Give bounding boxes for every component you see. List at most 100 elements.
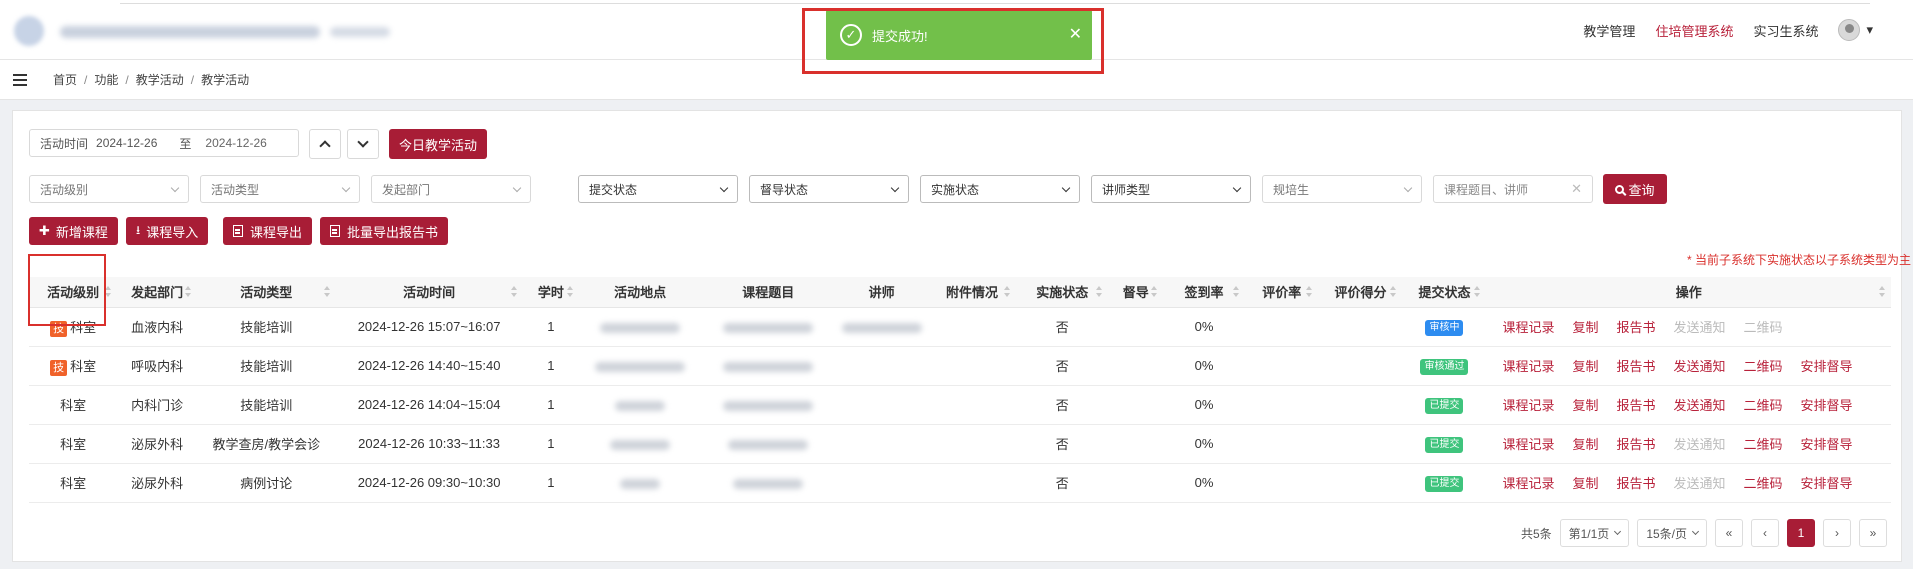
sort-icon[interactable]	[1390, 286, 1397, 297]
breadcrumb-function[interactable]: 功能	[94, 71, 118, 88]
op-5[interactable]: 安排督导	[1801, 437, 1853, 452]
op-1[interactable]: 复制	[1572, 476, 1598, 491]
breadcrumb-teaching-activity[interactable]: 教学活动	[136, 71, 184, 88]
current-page-button[interactable]: 1	[1787, 519, 1815, 547]
col-eval-score[interactable]: 评价得分	[1318, 277, 1403, 308]
topnav-residency[interactable]: 住培管理系统	[1655, 21, 1733, 40]
page-size-select[interactable]: 15条/页	[1637, 519, 1707, 547]
batch-export-report-button[interactable]: 批量导出报告书	[320, 217, 449, 245]
select-activity-type[interactable]: 活动类型	[200, 175, 360, 203]
op-2[interactable]: 报告书	[1617, 398, 1656, 413]
menu-toggle-icon[interactable]	[13, 71, 27, 89]
op-2[interactable]: 报告书	[1617, 476, 1656, 491]
op-0[interactable]: 课程记录	[1502, 437, 1554, 452]
export-course-button[interactable]: 课程导出	[223, 217, 313, 245]
topnav-intern[interactable]: 实习生系统	[1753, 21, 1818, 40]
col-activity-type[interactable]: 活动类型	[197, 277, 336, 308]
op-2[interactable]: 报告书	[1617, 359, 1656, 374]
sort-icon[interactable]	[510, 286, 517, 297]
op-0[interactable]: 课程记录	[1502, 398, 1554, 413]
cell-signin: 0%	[1163, 346, 1245, 386]
sort-icon[interactable]	[1232, 286, 1239, 297]
select-impl-status[interactable]: 实施状态	[920, 175, 1080, 203]
page-info-select[interactable]: 第1/1页	[1559, 519, 1630, 547]
col-dept[interactable]: 发起部门	[117, 277, 197, 308]
col-supervision[interactable]: 督导	[1108, 277, 1164, 308]
op-2[interactable]: 报告书	[1617, 437, 1656, 452]
select-lecturer-type[interactable]: 讲师类型	[1091, 175, 1251, 203]
col-location: 活动地点	[579, 277, 702, 308]
col-signin-rate[interactable]: 签到率	[1163, 277, 1245, 308]
op-5[interactable]: 安排督导	[1801, 398, 1853, 413]
document-icon	[330, 225, 340, 237]
user-avatar[interactable]	[1838, 19, 1861, 41]
cell-hours: 1	[522, 385, 580, 425]
op-1[interactable]: 复制	[1572, 320, 1598, 335]
sort-icon[interactable]	[185, 286, 191, 297]
clear-icon[interactable]: ✕	[1571, 181, 1582, 197]
today-activities-button[interactable]: 今日教学活动	[389, 129, 487, 159]
op-1[interactable]: 复制	[1572, 437, 1598, 452]
sort-icon[interactable]	[1004, 286, 1011, 297]
col-activity-time[interactable]: 活动时间	[335, 277, 523, 308]
next-page-button[interactable]: ›	[1823, 519, 1851, 547]
select-submit-status[interactable]: 提交状态	[578, 175, 738, 203]
add-course-button[interactable]: ✚ 新增课程	[29, 217, 118, 245]
op-0[interactable]: 课程记录	[1502, 476, 1554, 491]
select-initiating-dept[interactable]: 发起部门	[371, 175, 531, 203]
op-1[interactable]: 复制	[1572, 359, 1598, 374]
date-from-value[interactable]: 2024-12-26	[96, 136, 157, 150]
last-page-button[interactable]: »	[1859, 519, 1887, 547]
sort-icon[interactable]	[323, 286, 330, 297]
caret-down-icon[interactable]: ▾	[1866, 22, 1873, 38]
status-badge: 已提交	[1425, 436, 1464, 453]
sort-icon[interactable]	[1474, 286, 1481, 297]
op-0[interactable]: 课程记录	[1502, 359, 1554, 374]
sort-icon[interactable]	[1151, 286, 1158, 297]
col-hours[interactable]: 学时	[522, 277, 580, 308]
op-4[interactable]: 二维码	[1744, 437, 1783, 452]
sort-icon[interactable]	[1306, 286, 1313, 297]
date-to-value[interactable]: 2024-12-26	[205, 136, 266, 150]
select-resident[interactable]: 规培生	[1262, 175, 1422, 203]
op-4: 二维码	[1743, 320, 1783, 335]
op-5[interactable]: 安排督导	[1801, 476, 1853, 491]
sort-icon[interactable]	[567, 286, 574, 297]
sort-icon[interactable]	[105, 286, 112, 297]
cell-time: 2024-12-26 14:40~15:40	[335, 346, 523, 386]
redacted-title	[733, 478, 804, 489]
breadcrumb-home[interactable]: 首页	[53, 71, 77, 88]
op-5[interactable]: 安排督导	[1801, 359, 1853, 374]
query-button[interactable]: 查询	[1603, 174, 1667, 204]
first-page-button[interactable]: «	[1715, 519, 1743, 547]
col-submit-status[interactable]: 提交状态	[1402, 277, 1487, 308]
op-3[interactable]: 发送通知	[1674, 359, 1726, 374]
op-1[interactable]: 复制	[1572, 398, 1598, 413]
next-day-button[interactable]	[347, 129, 379, 159]
op-0[interactable]: 课程记录	[1502, 320, 1554, 335]
prev-page-button[interactable]: ‹	[1751, 519, 1779, 547]
topnav-teaching[interactable]: 教学管理	[1583, 21, 1635, 40]
level-text: 科室	[60, 398, 87, 413]
col-impl-status[interactable]: 实施状态	[1016, 277, 1109, 308]
cell-status: 已提交	[1402, 463, 1487, 503]
op-4[interactable]: 二维码	[1744, 398, 1783, 413]
op-4[interactable]: 二维码	[1744, 359, 1783, 374]
op-2[interactable]: 报告书	[1617, 320, 1656, 335]
previous-day-button[interactable]	[309, 129, 341, 159]
date-range-field[interactable]: 活动时间 2024-12-26 至 2024-12-26	[29, 129, 299, 157]
col-eval-rate[interactable]: 评价率	[1244, 277, 1319, 308]
op-4[interactable]: 二维码	[1744, 476, 1783, 491]
select-supervision-status[interactable]: 督导状态	[749, 175, 909, 203]
sort-icon[interactable]	[1879, 286, 1885, 297]
col-label: 实施状态	[1036, 285, 1089, 301]
import-course-button[interactable]: ⭳ 课程导入	[126, 217, 209, 245]
col-attachment[interactable]: 附件情况	[927, 277, 1017, 308]
op-3[interactable]: 发送通知	[1674, 398, 1726, 413]
cell-hours: 1	[522, 307, 580, 347]
sort-icon[interactable]	[1096, 286, 1103, 297]
col-operations[interactable]: 操作	[1486, 277, 1891, 308]
chevron-down-icon	[1691, 527, 1700, 536]
select-activity-level[interactable]: 活动级别	[29, 175, 189, 203]
search-input[interactable]: 课程题目、讲师 ✕	[1433, 175, 1593, 203]
